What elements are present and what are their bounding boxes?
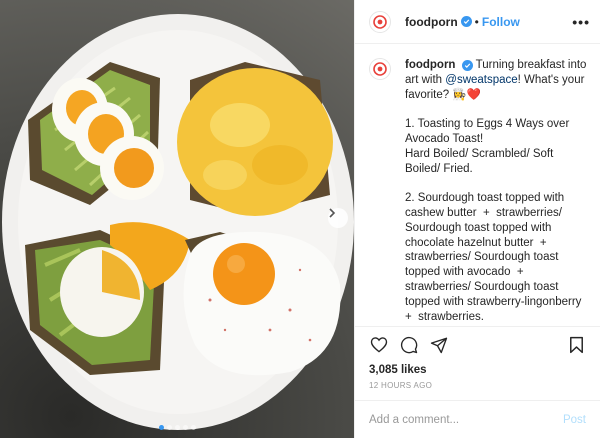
save-button[interactable] [566,335,586,355]
foodporn-logo-icon [373,62,387,76]
instagram-post: foodporn • Follow ••• foodporn Turning b… [0,0,600,438]
carousel-dot [166,425,172,430]
follow-button[interactable]: Follow [482,15,520,29]
carousel-dot [158,425,164,430]
action-bar [355,326,600,362]
more-options-icon[interactable]: ••• [572,14,590,30]
foodporn-logo-icon [373,14,387,29]
chevron-right-icon [329,208,336,218]
verified-badge-icon [461,60,473,71]
bookmark-icon [569,336,583,353]
carousel-dot [174,425,180,430]
separator-dot: • [474,14,479,29]
post-photo[interactable] [0,0,354,438]
carousel-dot [190,425,196,430]
caption-body: ! What's your favorite? 👩‍🍳❤️ 1. Toastin… [405,73,585,323]
carousel-next-button[interactable] [328,208,348,228]
share-button[interactable] [429,335,449,355]
post-timestamp[interactable]: 12 HOURS AGO [355,378,600,400]
like-count[interactable]: 3,085 likes [355,362,600,378]
like-button[interactable] [369,335,389,355]
username-link[interactable]: foodporn [405,15,458,29]
post-header: foodporn • Follow ••• [355,0,600,44]
caption-text: foodporn Turning breakfast into art with… [405,58,588,326]
add-comment-bar: Post [355,400,600,438]
food-image [2,14,354,430]
comment-input[interactable] [369,413,563,426]
comment-icon [400,336,418,353]
avatar[interactable] [369,10,391,33]
carousel-dot [182,425,188,430]
post-comment-button[interactable]: Post [563,414,586,426]
heart-icon [370,337,388,353]
share-icon [430,337,448,353]
comment-button[interactable] [399,335,419,355]
post-sidebar: foodporn • Follow ••• foodporn Turning b… [354,0,600,438]
carousel-indicator [0,425,354,430]
caption-area: foodporn Turning breakfast into art with… [355,44,600,326]
verified-badge-icon [460,16,472,27]
caption-username[interactable]: foodporn [405,59,455,71]
mention-link[interactable]: @sweatspace [445,74,517,86]
avatar[interactable] [369,58,391,80]
